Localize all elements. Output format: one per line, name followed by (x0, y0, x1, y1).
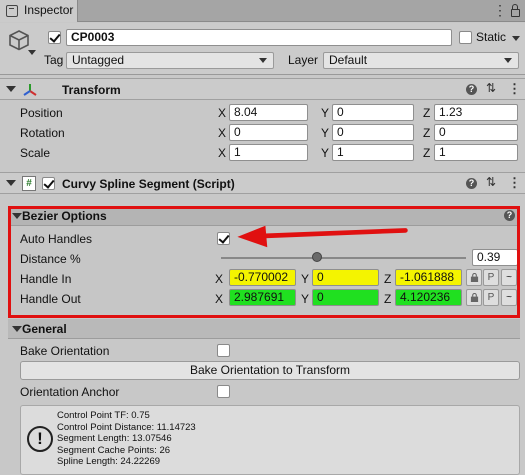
axis-y-label[interactable]: Y (321, 106, 329, 120)
scale-label: Scale (20, 146, 51, 160)
info-help-box: ! Control Point TF: 0.75 Control Point D… (20, 405, 520, 475)
script-icon: # (22, 176, 36, 191)
scale-x-field[interactable]: 1 (229, 144, 308, 161)
rotation-label: Rotation (20, 126, 65, 140)
foldout-arrow-icon[interactable] (12, 326, 22, 332)
bake-orientation-checkbox[interactable] (217, 344, 230, 357)
active-checkbox[interactable] (48, 31, 61, 44)
axis-x-label[interactable]: X (218, 126, 226, 140)
inspector-tab-label: Inspector (24, 3, 74, 17)
foldout-arrow-icon[interactable] (6, 86, 16, 92)
info-line: Control Point Distance: 11.14723 (57, 421, 196, 433)
scale-y-field[interactable]: 1 (332, 144, 414, 161)
transform-axes-icon (23, 84, 37, 96)
window-tab-strip: Inspector ⋮ (0, 0, 525, 22)
tag-label: Tag (44, 53, 64, 67)
transform-header[interactable]: Transform ? ⇅ ⋮ (0, 78, 525, 100)
rotation-z-field[interactable]: 0 (434, 124, 518, 141)
spline-segment-header[interactable]: # Curvy Spline Segment (Script) ? ⇅ ⋮ (0, 172, 525, 194)
position-x-field[interactable]: 8.04 (229, 104, 308, 121)
axis-x-label[interactable]: X (218, 106, 226, 120)
annotation-arrow-icon (237, 225, 408, 248)
tag-value: Untagged (72, 53, 125, 67)
object-header: CP0003 Static Tag Untagged Layer Default (0, 23, 525, 75)
info-line: Spline Length: 24.22269 (57, 456, 161, 467)
transform-title: Transform (62, 83, 121, 97)
info-line: Control Point TF: 0.75 (57, 410, 150, 421)
info-line: Segment Cache Points: 26 (57, 444, 171, 456)
component-enabled-checkbox[interactable] (42, 177, 55, 190)
position-y-field[interactable]: 0 (332, 104, 414, 121)
foldout-arrow-icon[interactable] (6, 180, 16, 186)
info-lines: Control Point TF: 0.75 Control Point Dis… (57, 410, 196, 468)
inspector-icon (6, 5, 18, 17)
axis-y-label[interactable]: Y (321, 146, 329, 160)
chevron-down-icon (504, 58, 512, 63)
chevron-down-icon (259, 58, 267, 63)
axis-z-label[interactable]: Z (423, 126, 430, 140)
icon-dropdown-arrow-icon[interactable] (28, 50, 36, 55)
layer-value: Default (329, 53, 368, 67)
inspector-tab[interactable]: Inspector (0, 0, 78, 22)
preset-icon[interactable]: ⇅ (486, 175, 496, 189)
preset-icon[interactable]: ⇅ (486, 81, 496, 95)
lock-icon[interactable] (511, 4, 520, 17)
static-checkbox[interactable] (459, 31, 472, 44)
object-name-field[interactable]: CP0003 (66, 29, 452, 46)
component-menu-icon[interactable]: ⋮ (508, 175, 521, 191)
gameobject-cube-icon[interactable] (8, 29, 30, 51)
info-icon: ! (27, 426, 53, 452)
axis-x-label[interactable]: X (218, 146, 226, 160)
info-line: Segment Length: 13.07546 (57, 433, 172, 444)
component-menu-icon[interactable]: ⋮ (508, 81, 521, 97)
static-dropdown-arrow-icon[interactable] (512, 36, 520, 41)
axis-y-label[interactable]: Y (321, 126, 329, 140)
layer-dropdown[interactable]: Default (323, 52, 519, 69)
window-menu-icon[interactable]: ⋮ (493, 2, 508, 19)
static-label: Static (476, 30, 507, 44)
general-title: General (22, 322, 67, 336)
help-icon[interactable]: ? (466, 178, 477, 189)
axis-z-label[interactable]: Z (423, 106, 430, 120)
help-icon[interactable]: ? (466, 84, 477, 95)
bake-orientation-button[interactable]: Bake Orientation to Transform (20, 361, 520, 380)
transform-body: Position X 8.04 Y 0 Z 1.23 Rotation X 0 … (0, 101, 525, 171)
rotation-x-field[interactable]: 0 (229, 124, 308, 141)
axis-z-label[interactable]: Z (423, 146, 430, 160)
rotation-y-field[interactable]: 0 (332, 124, 414, 141)
spline-segment-title: Curvy Spline Segment (Script) (62, 177, 235, 191)
position-z-field[interactable]: 1.23 (434, 104, 518, 121)
position-label: Position (20, 106, 63, 120)
tag-dropdown[interactable]: Untagged (66, 52, 274, 69)
bake-orientation-label: Bake Orientation (20, 344, 110, 358)
general-header[interactable]: General (8, 319, 520, 339)
orientation-anchor-label: Orientation Anchor (20, 385, 120, 399)
scale-z-field[interactable]: 1 (434, 144, 518, 161)
layer-label: Layer (288, 53, 319, 67)
orientation-anchor-checkbox[interactable] (217, 385, 230, 398)
